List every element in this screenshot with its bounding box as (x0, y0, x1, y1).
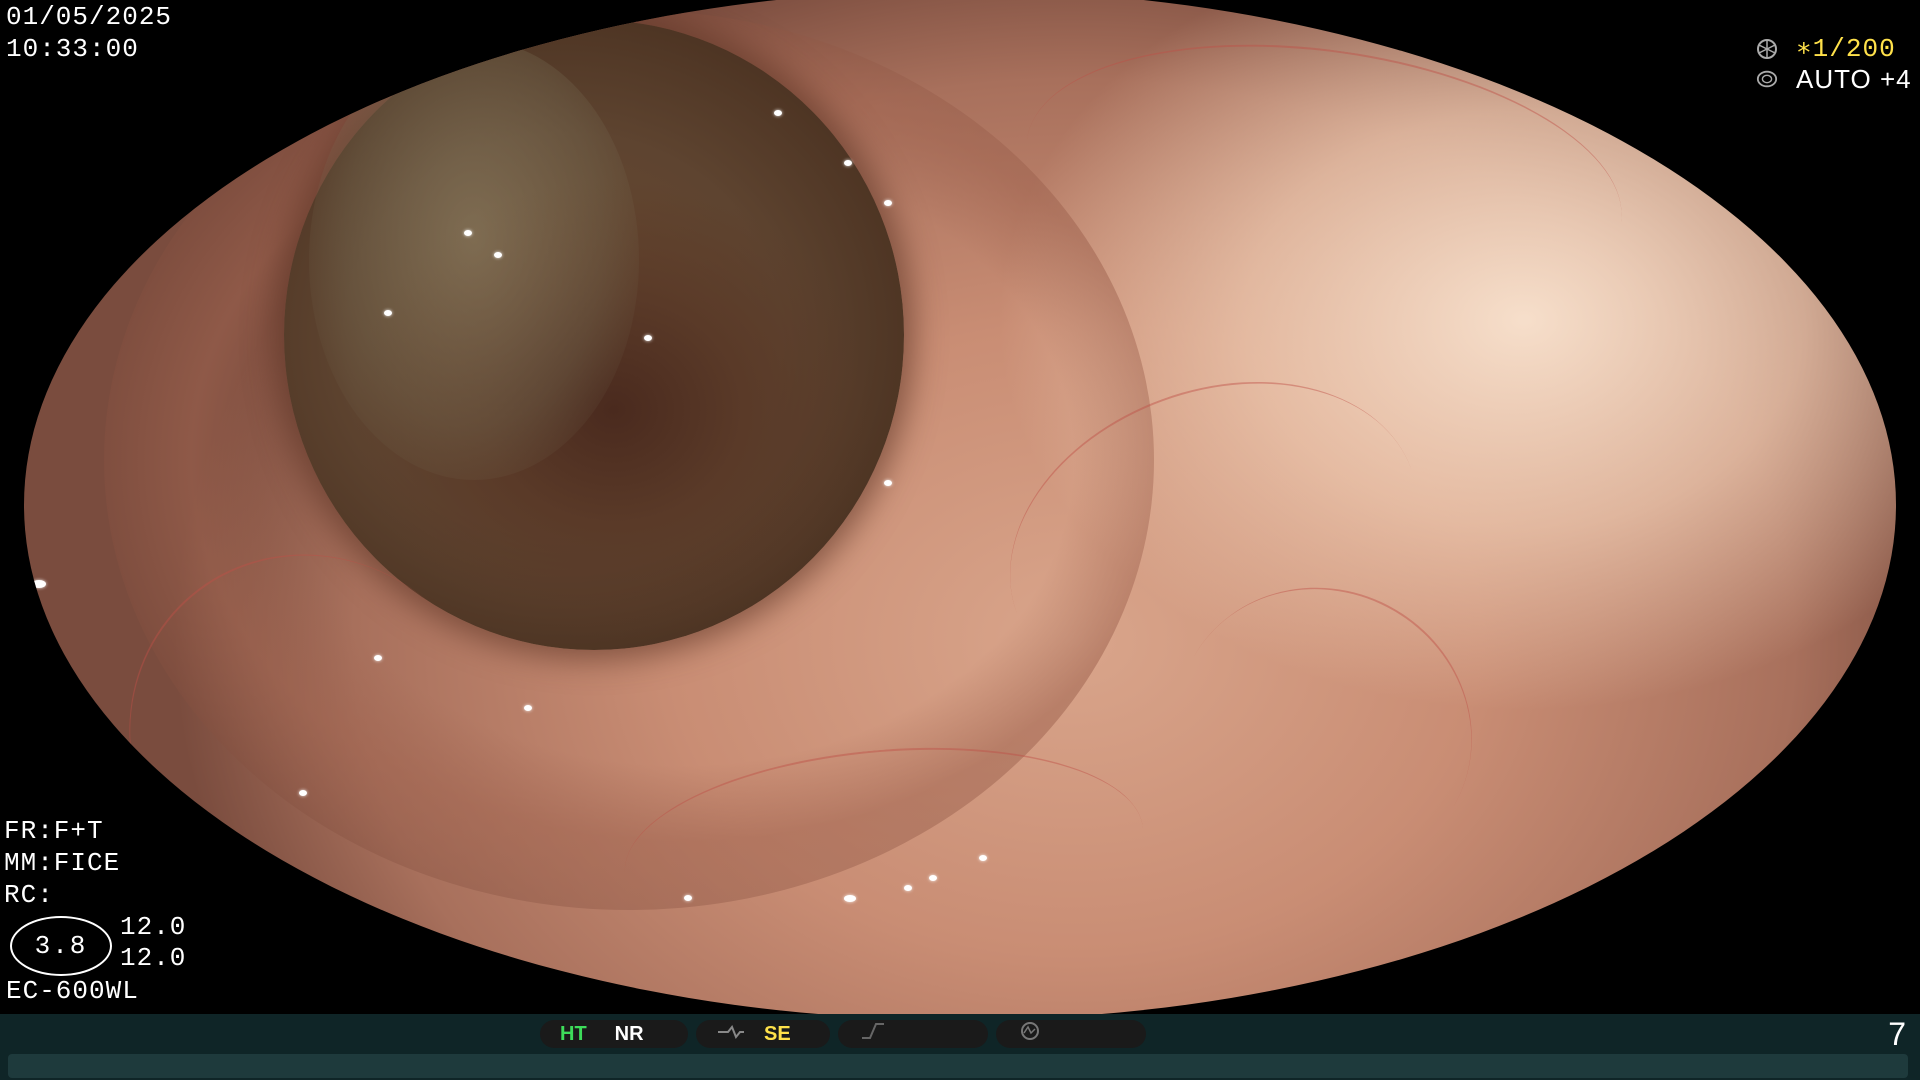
shutter-icon (1756, 38, 1778, 60)
zoom-ratio-badge: 3.8 (10, 916, 112, 976)
light-reflection (844, 895, 856, 902)
setting-value-1: 12.0 (120, 912, 187, 942)
light-reflection (774, 110, 782, 116)
nr-indicator: NR (614, 1022, 644, 1045)
light-reflection (684, 895, 692, 901)
frame-rate-setting: FR:F+T (4, 816, 104, 846)
iris-icon (1756, 68, 1778, 90)
light-reflection (32, 580, 46, 588)
mode-icon (1016, 1021, 1048, 1047)
scope-model: EC-600WL (6, 976, 139, 1006)
light-reflection (464, 230, 472, 236)
light-reflection (524, 705, 532, 711)
light-reflection (299, 790, 307, 796)
structure-enhancement-icon (716, 1023, 746, 1046)
zoom-ratio-value: 3.8 (34, 931, 88, 961)
shutter-speed: ∗1/200 (1796, 34, 1896, 64)
color-enhancement-pill (838, 1020, 988, 1048)
light-reflection (644, 335, 652, 341)
exam-date: 01/05/2025 (6, 2, 173, 32)
endoscopic-view (24, 0, 1896, 1020)
light-reflection (929, 875, 937, 881)
light-reflection (374, 655, 382, 661)
iris-mode: AUTO +4 (1796, 64, 1912, 94)
se-indicator: SE (764, 1022, 791, 1045)
light-reflection (844, 160, 852, 166)
processing-pill: HT NR (540, 1020, 688, 1048)
structure-enhancement-pill: SE (696, 1020, 830, 1048)
lumen-residue (309, 40, 639, 480)
ht-indicator: HT (560, 1022, 587, 1045)
light-reflection (884, 200, 892, 206)
color-enhancement-icon (858, 1022, 888, 1046)
light-reflection (904, 885, 912, 891)
light-reflection (384, 310, 392, 316)
setting-value-2: 12.0 (120, 943, 187, 973)
mode-pill (996, 1020, 1146, 1048)
light-reflection (494, 252, 502, 258)
endoscopy-monitor: 01/05/2025 10:33:00 ∗1/200 AUTO +4 FR:F+… (0, 0, 1920, 1080)
light-reflection (884, 480, 892, 486)
light-reflection (979, 855, 987, 861)
status-strip (8, 1054, 1908, 1078)
rc-setting: RC: (4, 880, 54, 910)
exam-time: 10:33:00 (6, 34, 139, 64)
image-counter: 7 (1888, 1016, 1906, 1052)
mode-setting: MM:FICE (4, 848, 121, 878)
